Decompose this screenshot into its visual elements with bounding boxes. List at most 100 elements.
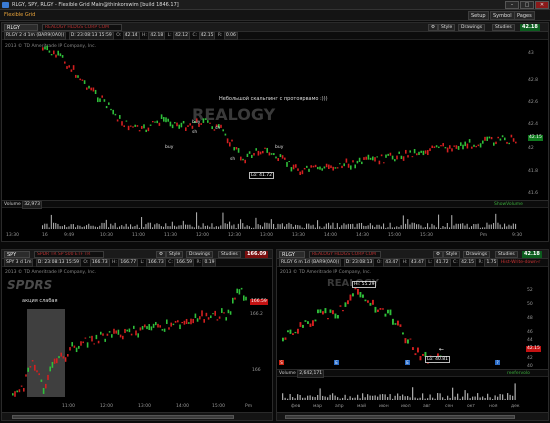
candle <box>110 108 112 111</box>
candle <box>433 146 436 149</box>
candle <box>255 148 257 151</box>
volume-bar <box>506 226 508 229</box>
volume-bar <box>422 393 424 400</box>
horizontal-scrollbar[interactable] <box>2 412 272 420</box>
drawings-button[interactable]: Drawings <box>463 251 491 258</box>
volume-label: Volume <box>279 371 296 376</box>
volume-bar <box>114 222 116 229</box>
volume-bar <box>99 225 101 229</box>
volume-bar <box>502 394 504 400</box>
candle <box>251 154 253 159</box>
studies-button[interactable]: Studies <box>218 251 241 258</box>
setup-button[interactable]: Setup <box>468 11 489 20</box>
flexible-grid-menu[interactable]: Flexible Grid <box>2 11 37 20</box>
volume-bar <box>229 221 231 229</box>
time-tick: Pm <box>480 233 488 238</box>
volume-bar <box>138 227 140 229</box>
candle <box>229 142 231 147</box>
candle <box>124 328 126 334</box>
candle <box>64 357 67 362</box>
candle <box>394 159 396 162</box>
volume-bar <box>405 223 407 229</box>
candle <box>405 149 407 154</box>
time-tick: 11:00 <box>62 404 75 409</box>
top-volume-chart <box>42 212 517 229</box>
studies-button[interactable]: Studies <box>492 24 515 31</box>
volume-bar <box>455 223 457 229</box>
candle <box>99 98 101 102</box>
studies-button[interactable]: Studies <box>495 251 518 258</box>
candle <box>25 374 27 377</box>
range-label: R: <box>217 33 223 38</box>
candle <box>435 145 438 148</box>
scrollbar-thumb[interactable] <box>12 415 234 419</box>
candle <box>464 141 466 147</box>
volume-bar <box>341 225 343 229</box>
event-marker-icon[interactable]: E <box>334 360 339 365</box>
pages-button[interactable]: Pages <box>514 11 535 20</box>
volume-bar <box>77 225 79 229</box>
drawings-button[interactable]: Drawings <box>458 24 486 31</box>
candle <box>139 327 142 331</box>
candle <box>422 353 424 356</box>
drawings-button[interactable]: Drawings <box>186 251 214 258</box>
candle <box>196 318 199 322</box>
minimize-button[interactable]: – <box>505 1 519 9</box>
volume-bar <box>46 223 48 229</box>
event-marker-icon[interactable]: ? <box>495 360 500 365</box>
candle <box>391 155 394 160</box>
right-volume-chart <box>282 383 516 400</box>
volume-bar <box>389 394 391 400</box>
gear-icon[interactable]: ⚙ <box>428 24 439 31</box>
volume-bar <box>460 223 462 229</box>
candle <box>297 168 299 171</box>
volume-bar <box>457 223 459 229</box>
volume-bar <box>469 398 471 400</box>
open-label: O: <box>376 260 382 265</box>
scrollbar-thumb[interactable] <box>285 415 515 419</box>
volume-bar <box>435 227 437 229</box>
volume-bar <box>213 227 215 229</box>
gear-icon[interactable]: ⚙ <box>433 251 444 258</box>
candle <box>163 117 165 122</box>
candle <box>92 87 95 92</box>
event-marker-icon[interactable]: E <box>405 360 410 365</box>
horizontal-scrollbar[interactable] <box>277 412 548 420</box>
style-button[interactable]: Style <box>166 251 184 258</box>
candle <box>73 345 76 348</box>
candle <box>77 75 79 78</box>
symbol-button[interactable]: Symbol <box>490 11 515 20</box>
candle <box>387 309 389 314</box>
volume-bar <box>419 397 421 400</box>
candle <box>31 360 34 362</box>
volume-bar <box>266 222 268 229</box>
candle <box>130 333 133 336</box>
style-button[interactable]: Style <box>443 251 461 258</box>
event-marker-icon[interactable]: S <box>279 360 284 365</box>
candle <box>317 309 319 314</box>
time-tick: 15:00 <box>212 404 225 409</box>
volume-bar <box>130 224 132 229</box>
volume-bar <box>437 393 439 400</box>
candle <box>508 142 510 145</box>
candle <box>182 120 185 124</box>
candle <box>223 312 225 314</box>
style-button[interactable]: Style <box>438 24 456 31</box>
candle <box>419 356 422 361</box>
volume-bar <box>55 222 57 229</box>
volume-bar <box>136 224 138 229</box>
symbol-selector[interactable]: RLGY <box>4 24 38 31</box>
candle <box>336 167 339 169</box>
symbol-selector[interactable]: SPY <box>4 251 30 258</box>
candle <box>242 158 244 161</box>
volume-value: 2,642,171 <box>297 370 325 378</box>
maximize-button[interactable]: □ <box>520 1 534 9</box>
volume-bar <box>499 224 501 229</box>
close-button[interactable]: ✕ <box>535 1 549 9</box>
volume-bar <box>459 398 461 400</box>
candle <box>372 299 374 305</box>
gear-icon[interactable]: ⚙ <box>156 251 167 258</box>
volume-bar <box>402 215 404 229</box>
symbol-selector[interactable]: RLGY <box>279 251 305 258</box>
volume-bar <box>211 223 213 229</box>
